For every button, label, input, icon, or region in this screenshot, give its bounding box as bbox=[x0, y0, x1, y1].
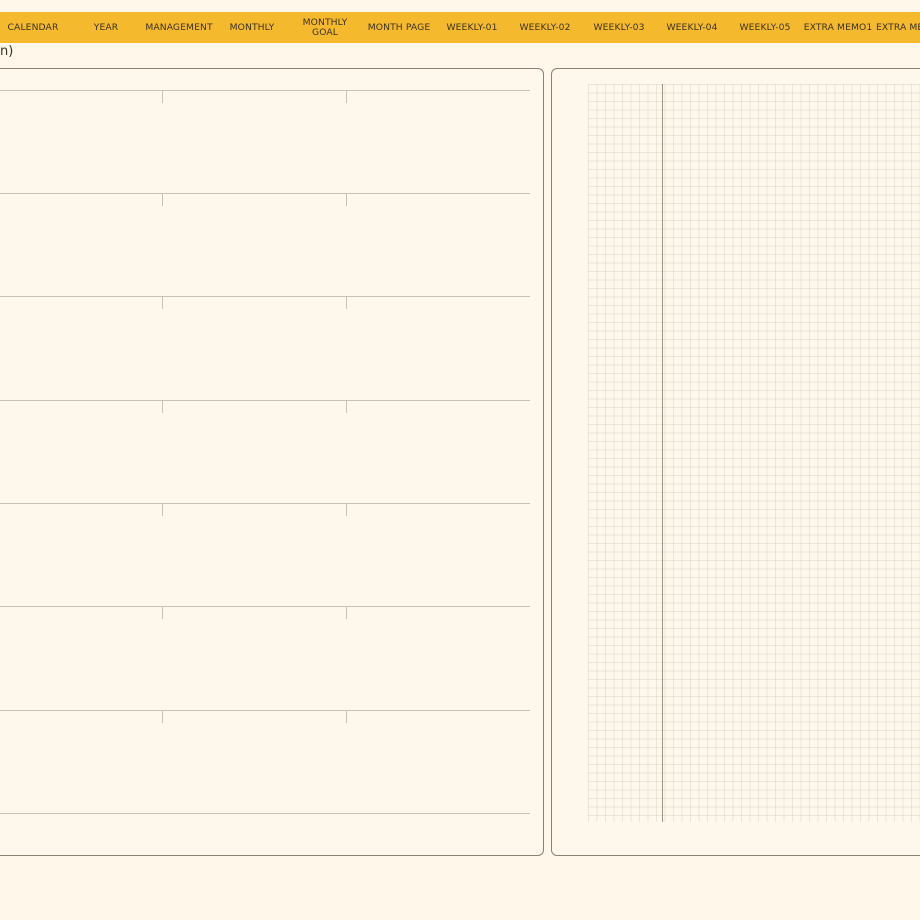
tab-weekly-01[interactable]: WEEKLY-01 bbox=[440, 12, 504, 43]
tab-management[interactable]: MANAGEMENT bbox=[142, 12, 216, 43]
left-notes-panel bbox=[0, 68, 544, 856]
column-tick bbox=[162, 606, 163, 619]
tab-monthly[interactable]: MONTHLY bbox=[222, 12, 282, 43]
row-divider-line bbox=[0, 400, 530, 401]
column-tick bbox=[346, 606, 347, 619]
row-divider-line bbox=[0, 296, 530, 297]
row-divider-line bbox=[0, 606, 530, 607]
column-tick bbox=[346, 503, 347, 516]
column-tick bbox=[346, 90, 347, 103]
column-tick bbox=[162, 710, 163, 723]
column-tick bbox=[162, 503, 163, 516]
row-divider-line bbox=[0, 193, 530, 194]
grid-paper bbox=[588, 84, 920, 822]
tab-calendar[interactable]: CALENDAR bbox=[0, 12, 66, 43]
tab-weekly-03[interactable]: WEEKLY-03 bbox=[586, 12, 652, 43]
header-fragment: n) bbox=[0, 44, 14, 59]
tab-extra-memo1[interactable]: EXTRA MEMO1 bbox=[802, 12, 874, 43]
column-tick bbox=[162, 296, 163, 309]
row-divider-line bbox=[0, 813, 530, 814]
tab-weekly-02[interactable]: WEEKLY-02 bbox=[512, 12, 578, 43]
column-tick bbox=[346, 710, 347, 723]
column-tick bbox=[162, 90, 163, 103]
column-tick bbox=[346, 400, 347, 413]
tab-extra-memo2[interactable]: EXTRA ME bbox=[876, 12, 920, 43]
grid-margin-line bbox=[662, 84, 663, 822]
column-tick bbox=[346, 193, 347, 206]
top-nav-bar: CALENDAR YEAR MANAGEMENT MONTHLY MONTHLY… bbox=[0, 12, 920, 43]
row-divider-line bbox=[0, 90, 530, 91]
column-tick bbox=[162, 193, 163, 206]
tab-year[interactable]: YEAR bbox=[78, 12, 134, 43]
row-divider-line bbox=[0, 503, 530, 504]
tab-weekly-04[interactable]: WEEKLY-04 bbox=[659, 12, 725, 43]
column-tick bbox=[346, 296, 347, 309]
column-tick bbox=[162, 400, 163, 413]
tab-weekly-05[interactable]: WEEKLY-05 bbox=[732, 12, 798, 43]
tab-monthly-goal[interactable]: MONTHLY GOAL bbox=[296, 12, 354, 43]
row-divider-line bbox=[0, 710, 530, 711]
tab-month-page[interactable]: MONTH PAGE bbox=[362, 12, 436, 43]
